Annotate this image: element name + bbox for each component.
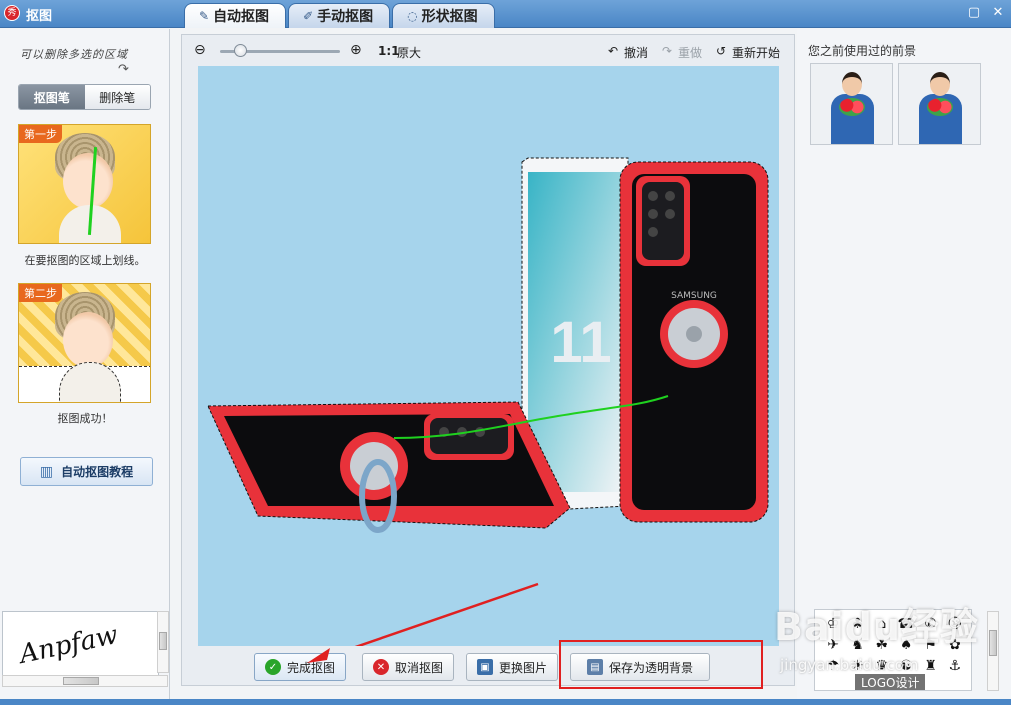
person-face xyxy=(842,72,862,96)
baidu-watermark: Baidu经验 xyxy=(774,605,979,649)
flower-bouquet xyxy=(927,98,953,116)
logo-label: LOGO设计 xyxy=(855,674,926,690)
recent-foreground-thumb[interactable] xyxy=(898,63,981,145)
baidu-watermark-url: jingyan.baidu.com xyxy=(780,656,919,674)
recent-foregrounds-title: 您之前使用过的前景 xyxy=(808,44,917,58)
flower-bouquet xyxy=(839,98,865,116)
status-bar xyxy=(0,699,1011,705)
right-vertical-scrollbar[interactable] xyxy=(987,611,999,691)
person-face xyxy=(930,72,950,96)
recent-foreground-thumb[interactable] xyxy=(810,63,893,145)
scroll-thumb[interactable] xyxy=(989,630,997,656)
highlight-box xyxy=(559,640,763,689)
